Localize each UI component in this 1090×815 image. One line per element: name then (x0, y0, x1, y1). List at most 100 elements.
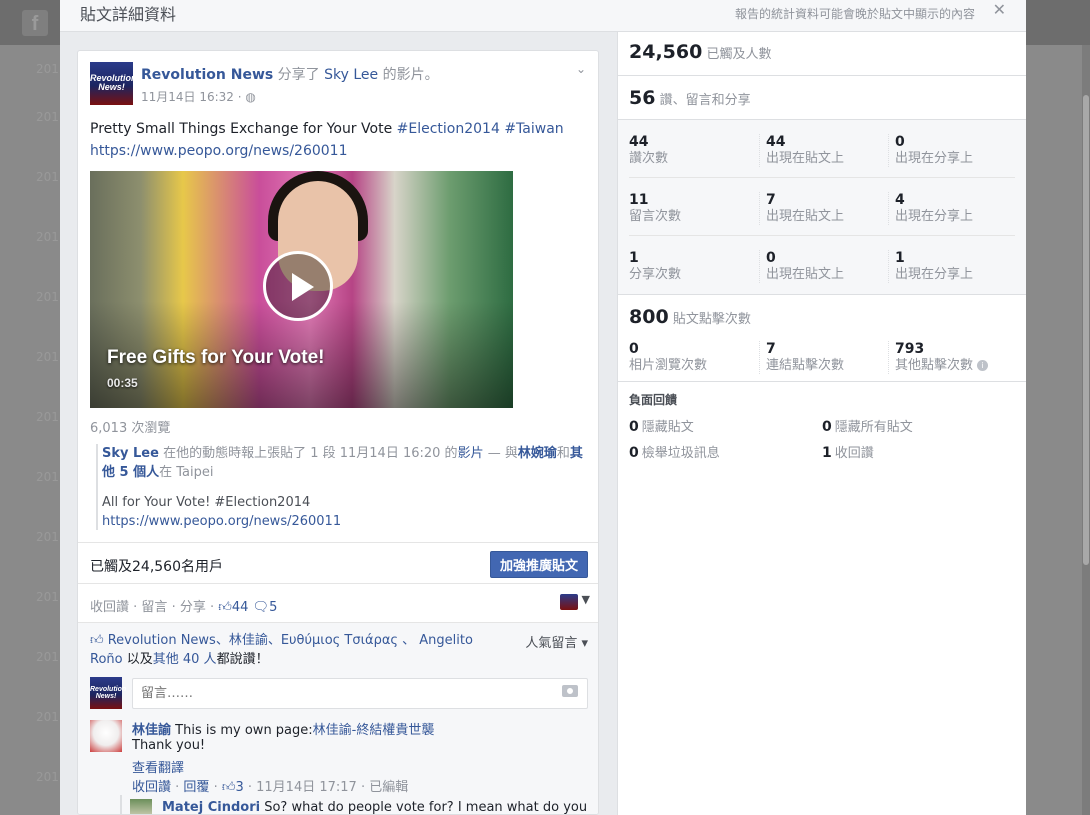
post-link[interactable]: https://www.peopo.org/news/260011 (90, 143, 348, 159)
comment-count-value[interactable]: 5 (269, 600, 277, 615)
clicks-value: 800 (629, 306, 669, 328)
engagement-breakdown: 44 讚次數 44 出現在貼文上 0 出現在分享上 11 留言次數 7 出現在貼文上 4出… (618, 120, 1026, 295)
share-link[interactable]: 分享 (180, 600, 206, 615)
stat-value: 793 (895, 341, 925, 357)
original-video-link[interactable]: 影片 (458, 446, 484, 461)
reply-thread-line (120, 795, 122, 814)
info-icon[interactable]: i (977, 360, 989, 371)
stat-cell: 44 讚次數 (629, 134, 754, 167)
mentioned-page-link[interactable]: 林佳諭-終結權貴世襲 (313, 723, 435, 738)
comment-edited-label[interactable]: 已編輯 (369, 780, 408, 795)
post-clicks-section: 800 貼文點擊次數 0 相片瀏覽次數 7 連結點擊次數 793 其他點擊次數 i (618, 295, 1026, 382)
post-details-dialog: 貼文詳細資料 報告的統計資料可能會晚於貼文中顯示的內容 ✕ Revolution… (60, 0, 1026, 815)
stat-label: 相片瀏覽次數 (629, 358, 708, 373)
stat-cell: 1 分享次數 (629, 250, 754, 283)
thumbs-up-icon: 👍︎ (218, 600, 232, 615)
reach-section: 24,560 已觸及人數 (618, 32, 1026, 76)
page-scrollbar[interactable] (1082, 45, 1090, 815)
backdrop-year-label: 201 (36, 230, 59, 244)
reply-name-link[interactable]: Matej Cindori (162, 800, 260, 814)
commenter-name-link[interactable]: 林佳諭 (132, 723, 171, 738)
hashtag-link[interactable]: #Taiwan (504, 121, 563, 137)
backdrop-year-label: 201 (36, 590, 59, 604)
comment-input[interactable] (132, 678, 588, 709)
stat-value: 0 (629, 341, 639, 357)
backdrop-year-label: 201 (36, 770, 59, 784)
reply-avatar[interactable] (130, 799, 152, 814)
like-count[interactable]: 👍︎44 (218, 600, 248, 615)
stat-cell: 0 出現在貼文上 (759, 250, 884, 283)
stat-cell: 7 連結點擊次數 (759, 341, 884, 374)
stat-label: 隱藏所有貼文 (834, 420, 913, 435)
backdrop-year-label: 201 (36, 110, 59, 124)
original-user-link[interactable]: Sky Lee (102, 446, 159, 461)
comment-reply-link[interactable]: 回覆 (183, 780, 209, 795)
post-text-main: Pretty Small Things Exchange for Your Vo… (90, 121, 397, 137)
video-duration: 00:35 (107, 376, 138, 390)
original-text: All for Your Vote! #Election2014 (102, 495, 311, 510)
comment-count[interactable]: 🗨︎5 (253, 600, 278, 615)
likes-summary: 👍︎ Revolution News、林佳諭、Ευθύμιος Τσιάρας … (90, 631, 490, 669)
stat-label: 收回讚 (834, 446, 874, 461)
other-likers-link[interactable]: 其他 40 人 (153, 652, 217, 667)
likes-and-comments: 👍︎ Revolution News、林佳諭、Ευθύμιος Τσιάρας … (78, 623, 598, 814)
post-as-avatar-icon[interactable] (560, 594, 578, 610)
comment-avatar[interactable] (90, 720, 122, 752)
comment-actions: 收回讚 · 回覆 · 👍︎3 · 11月14日 17:17 · 已編輯 (132, 780, 409, 795)
author-link[interactable]: Revolution News (141, 67, 273, 83)
close-icon[interactable]: ✕ (993, 0, 1006, 19)
facebook-logo-icon: f (22, 10, 48, 36)
original-link[interactable]: https://www.peopo.org/news/260011 (102, 514, 341, 529)
comment-link[interactable]: 留言 (141, 600, 167, 615)
comment-time[interactable]: 11月14日 17:17 (256, 780, 357, 795)
hashtag-link[interactable]: #Election2014 (397, 121, 500, 137)
like-count-value[interactable]: 44 (232, 600, 249, 615)
chevron-down-icon[interactable]: ⌄ (576, 62, 586, 76)
post-text: Pretty Small Things Exchange for Your Vo… (90, 118, 590, 162)
backdrop-year-label: 201 (36, 350, 59, 364)
video-player[interactable]: Free Gifts for Your Vote! 00:35 (90, 171, 513, 408)
comment-unlike-link[interactable]: 收回讚 (132, 780, 171, 795)
play-button[interactable] (263, 251, 333, 321)
stat-cell: 1 出現在分享上 (888, 250, 1013, 283)
unlike-stat: 1 收回讚 (822, 442, 874, 461)
dialog-title: 貼文詳細資料 (80, 5, 177, 24)
post-author-line: Revolution News 分享了 Sky Lee 的影片。 (141, 64, 439, 84)
post-timestamp[interactable]: 11月14日 16:32 · ◍ (141, 88, 256, 105)
post-time-text[interactable]: 11月14日 16:32 · (141, 90, 245, 104)
stat-value: 44 (766, 134, 786, 150)
boost-post-button[interactable]: 加強推廣貼文 (489, 551, 588, 578)
tagged-user-link[interactable]: 林婉瑜 (518, 446, 557, 461)
comment-like-count[interactable]: 👍︎3 (222, 780, 244, 795)
backdrop-year-label: 201 (36, 62, 59, 76)
original-post-meta: Sky Lee 在他的動態時報上張貼了 1 段 11月14日 16:20 的影片… (102, 444, 592, 482)
comment-like-count-value[interactable]: 3 (235, 780, 243, 795)
stat-value: 0 (822, 419, 832, 435)
action-links: 收回讚 · 留言 · 分享 · 👍︎44 🗨︎5 (90, 600, 278, 615)
engagement-value: 56 (629, 87, 656, 109)
stat-label: 出現在貼文上 (766, 267, 845, 282)
backdrop-year-label: 201 (36, 650, 59, 664)
globe-icon: ◍ (245, 90, 256, 104)
backdrop-year-label: 201 (36, 410, 59, 424)
stat-cell: 44 出現在貼文上 (759, 134, 884, 167)
reach-label: 已觸及人數 (706, 47, 772, 62)
stat-cell: 7 出現在貼文上 (759, 192, 884, 225)
stat-label: 出現在貼文上 (766, 151, 845, 166)
page-avatar[interactable]: Revolution News! (90, 62, 137, 105)
thumbs-up-icon: 👍︎ (221, 780, 236, 795)
shared-user-link[interactable]: Sky Lee (324, 67, 378, 83)
comment-sort-menu[interactable]: 人氣留言 ▾ (525, 632, 588, 651)
comment-text-line: Thank you! (132, 738, 206, 753)
post-card: Revolution News! Revolution News 分享了 Sky… (77, 50, 599, 815)
camera-icon[interactable] (562, 685, 578, 697)
stat-label: 留言次數 (629, 209, 682, 224)
unlike-link[interactable]: 收回讚 (90, 600, 129, 615)
play-icon (292, 273, 314, 301)
negative-feedback-section: 負面回饋 0 隱藏貼文 0 隱藏所有貼文 0 檢舉垃圾訊息 1 收回讚 (618, 382, 1026, 462)
caret-down-icon[interactable]: ▼ (582, 593, 590, 606)
video-caption: Free Gifts for Your Vote! (107, 347, 325, 368)
shares-row: 1 分享次數 0 出現在貼文上 1 出現在分享上 (629, 236, 1015, 294)
scrollbar-thumb[interactable] (1083, 95, 1089, 565)
see-translation-link[interactable]: 查看翻譯 (132, 757, 184, 776)
